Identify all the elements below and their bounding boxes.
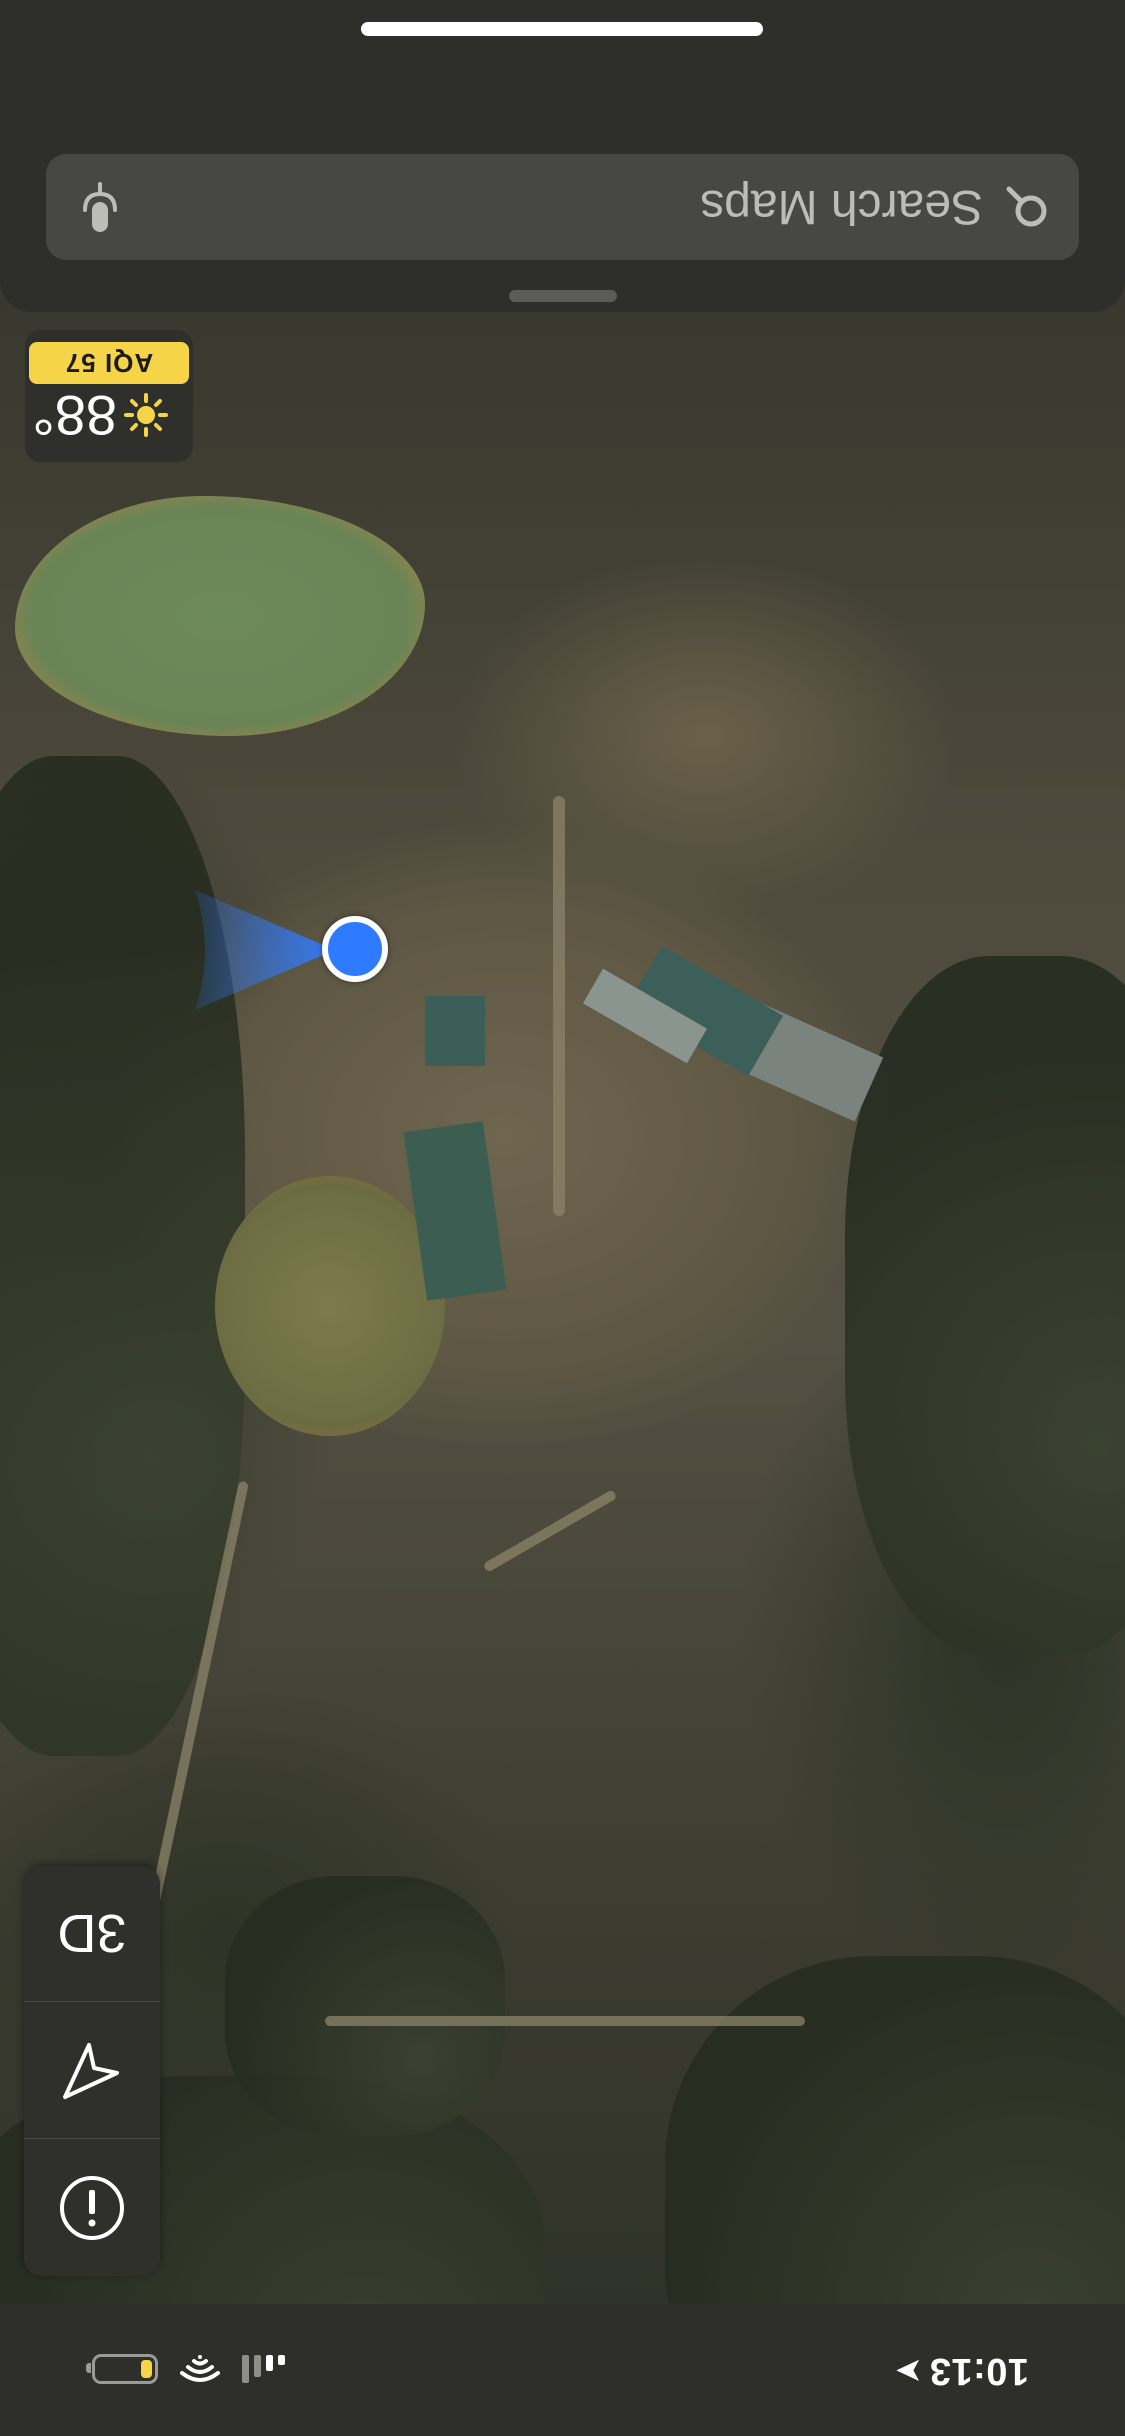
clock-time: 10:13: [929, 2350, 1029, 2392]
cellular-signal-icon: [242, 2355, 285, 2383]
dirt-road: [325, 2016, 805, 2026]
search-input[interactable]: [118, 178, 985, 236]
dirt-road: [553, 796, 565, 1216]
weather-temperature-row: 88°: [32, 383, 169, 448]
view-3d-button[interactable]: 3D: [24, 1866, 160, 2002]
battery-icon: [92, 2354, 158, 2384]
sun-icon: [124, 393, 168, 438]
search-sheet: [0, 0, 1125, 312]
pond: [215, 1176, 445, 1436]
screen: 10:13➤ 3D 88° AQI 57 Search Maps: [0, 0, 1125, 2436]
battery-level: [141, 2360, 152, 2378]
map-info-button[interactable]: [24, 2140, 160, 2276]
tree-area: [845, 956, 1125, 1656]
wifi-icon: [180, 2355, 220, 2382]
microphone-icon[interactable]: [82, 180, 118, 234]
map-controls: 3D: [24, 1866, 160, 2276]
status-time: 10:13➤: [896, 2349, 1029, 2392]
status-bar: 10:13➤: [0, 2304, 1125, 2436]
weather-widget[interactable]: 88° AQI 57: [25, 330, 193, 462]
dirt-road: [482, 1489, 618, 1573]
heading-cone: [195, 890, 335, 1010]
status-indicators: [92, 2354, 285, 2384]
building-roof: [425, 996, 485, 1066]
temperature-value: 88°: [32, 384, 117, 447]
info-icon: [60, 2176, 124, 2240]
user-location-dot[interactable]: [322, 916, 388, 982]
search-icon: [1006, 186, 1047, 227]
aqi-badge: AQI 57: [29, 342, 189, 384]
search-bar[interactable]: [46, 154, 1079, 260]
location-arrow-icon: [63, 2043, 119, 2099]
tracking-button[interactable]: [24, 2002, 160, 2139]
tree-area: [225, 1876, 505, 2136]
sheet-grabber[interactable]: [509, 290, 617, 302]
location-services-icon: ➤: [895, 2354, 922, 2387]
pond: [15, 496, 425, 736]
home-indicator[interactable]: [361, 22, 763, 36]
